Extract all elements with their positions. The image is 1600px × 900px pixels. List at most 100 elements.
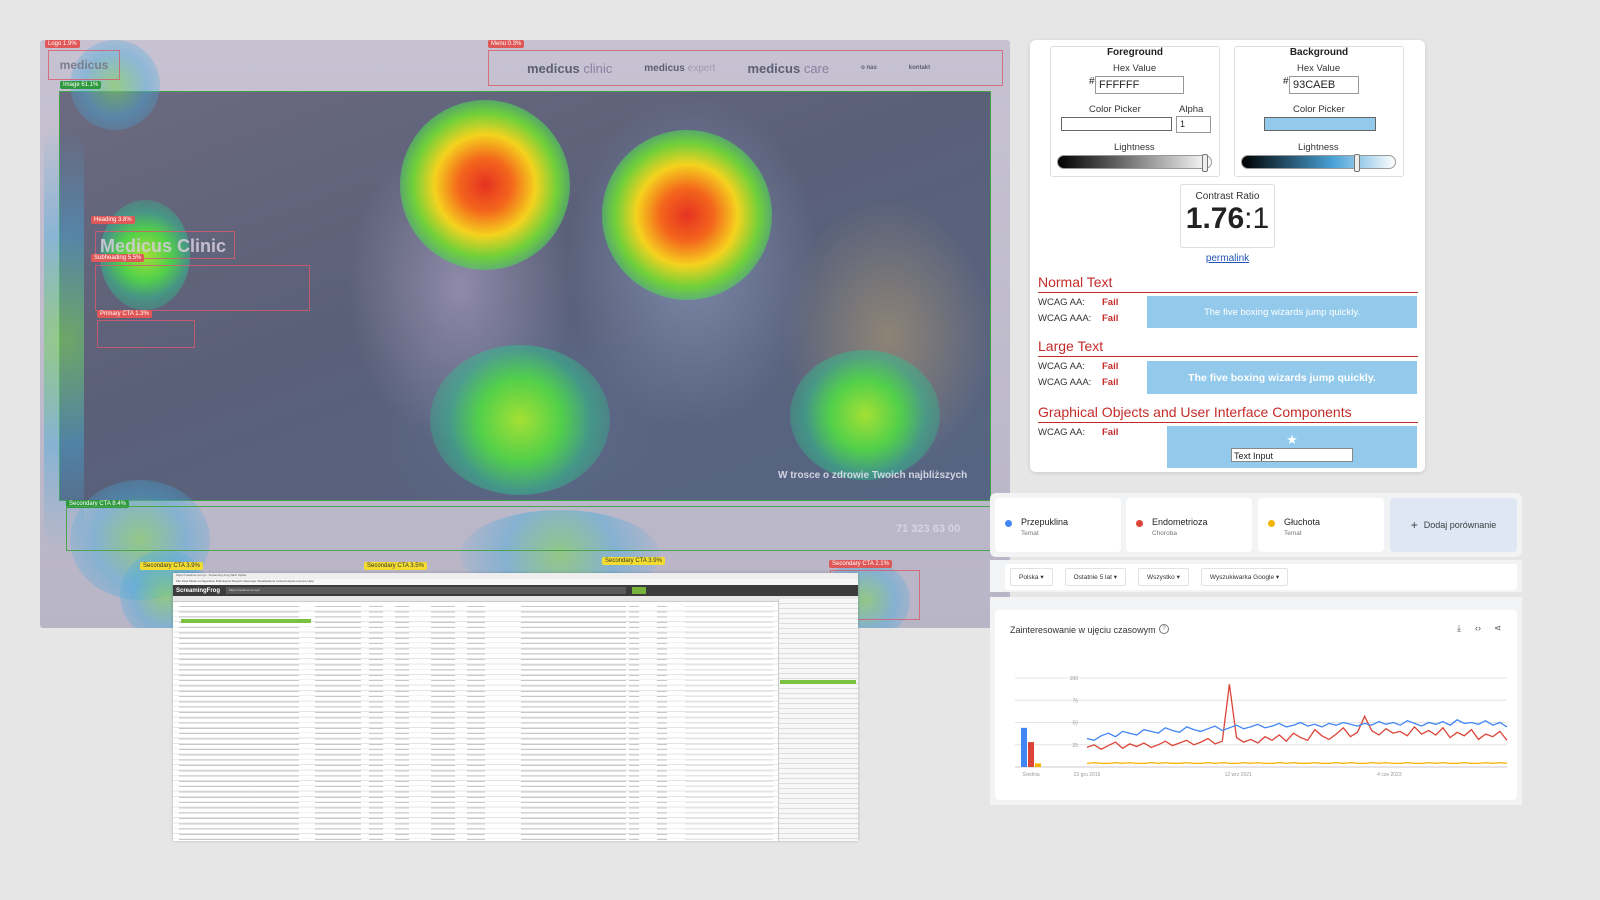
trends-line-chart: 100 75 50 25 Średnia 22 gru 2019 12 wrz 2021 4 …	[1015, 676, 1508, 778]
background-group: Background Hex Value # 93CAEB Color Pick…	[1234, 46, 1404, 177]
wcag-aa-label: WCAG AA:	[1038, 361, 1085, 372]
filter-region[interactable]: Polska ▾	[1010, 568, 1053, 586]
y-tick-label: 50	[1072, 721, 1078, 727]
toolbar: ScreamingFrog https://medicus.com.pl/	[173, 585, 858, 596]
start-button[interactable]	[632, 587, 647, 594]
overview-selected-row	[780, 680, 856, 684]
series-color-dot	[1136, 520, 1143, 527]
average-label: Średnia	[1022, 770, 1039, 778]
secondary-cta-tag: Secondary CTA 3.5%	[364, 562, 427, 570]
term-name: Przepuklina	[1021, 517, 1069, 527]
add-comparison-label: Dodaj porównanie	[1423, 520, 1497, 530]
wcag-aa-label: WCAG AA:	[1038, 297, 1085, 308]
average-bar	[1028, 742, 1034, 767]
nav-item-expert[interactable]: medicus expert	[644, 63, 715, 74]
fg-lightness-slider[interactable]	[1057, 154, 1212, 172]
heatmap-panel: medicus Logo 1.9% Image 61.1% medicus cl…	[40, 40, 1010, 628]
slider-thumb[interactable]	[1202, 154, 1208, 172]
large-text-sample: The five boxing wizards jump quickly.	[1147, 361, 1417, 394]
background-title: Background	[1289, 47, 1349, 58]
secondary-cta-tag: Secondary CTA 2.1%	[829, 560, 892, 568]
term-type: Temat	[1284, 530, 1302, 537]
wcag-aaa-result: Fail	[1102, 377, 1119, 388]
secondary-cta-bar[interactable]	[66, 506, 998, 551]
selected-row	[181, 619, 311, 623]
nav-item-about[interactable]: o nas	[861, 65, 877, 71]
site-logo[interactable]: medicus	[48, 50, 120, 80]
table-column	[521, 606, 626, 841]
add-comparison-button[interactable]: + Dodaj porównanie	[1390, 498, 1517, 552]
wcag-aa-result: Fail	[1102, 297, 1119, 308]
section-large-text: Large Text	[1038, 338, 1418, 357]
nav-item-contact[interactable]: kontakt	[909, 65, 930, 71]
term-name: Głuchota	[1284, 517, 1321, 527]
bg-hex-input[interactable]: 93CAEB	[1289, 76, 1359, 94]
permalink-link[interactable]: permalink	[1030, 253, 1425, 264]
term-card[interactable]: Endometrioza Choroba	[1126, 498, 1252, 552]
fg-hex-input[interactable]: FFFFFF	[1095, 76, 1184, 94]
logo-attention-tag: Logo 1.9%	[45, 40, 80, 48]
nav-item-care[interactable]: medicus care	[747, 61, 829, 76]
trends-filters: Polska ▾ Ostatnie 5 lat ▾ Wszystko ▾ Wys…	[990, 560, 1522, 592]
section-normal-text: Normal Text	[1038, 274, 1418, 293]
contrast-ratio-label: Contrast Ratio	[1195, 191, 1260, 202]
sample-text-input[interactable]: Text Input	[1231, 447, 1353, 462]
x-tick-label: 12 wrz 2021	[1225, 772, 1252, 778]
wcag-aaa-label: WCAG AAA:	[1038, 377, 1092, 388]
term-name: Endometrioza	[1152, 517, 1208, 527]
term-card[interactable]: Głuchota Temat	[1258, 498, 1384, 552]
filter-category[interactable]: Wszystko ▾	[1137, 568, 1189, 586]
filter-time-range[interactable]: Ostatnie 5 lat ▾	[1064, 568, 1126, 586]
wcag-aa-label: WCAG AA:	[1038, 427, 1085, 438]
bg-lightness-label: Lightness	[1298, 142, 1339, 153]
table-column	[467, 606, 485, 841]
ui-components-sample: ★ Text Input	[1167, 426, 1417, 468]
slider-thumb[interactable]	[1354, 154, 1360, 172]
filter-row: Polska ▾ Ostatnie 5 lat ▾ Wszystko ▾ Wys…	[1005, 564, 1517, 590]
series-line-endometrioza	[1086, 684, 1508, 750]
secondary-cta-tag: Secondary CTA 3.9%	[140, 562, 203, 570]
nav-item-clinic[interactable]: medicus clinic	[527, 61, 612, 76]
y-tick-label: 25	[1072, 743, 1078, 749]
bg-picker-label: Color Picker	[1293, 104, 1345, 115]
table-column	[369, 606, 383, 841]
series-line-głuchota	[1086, 761, 1508, 765]
term-type: Choroba	[1152, 530, 1177, 537]
trends-chart-card: Zainteresowanie w ujęciu czasowym ? ⤓ ‹›…	[995, 610, 1517, 800]
section-graphical-objects: Graphical Objects and User Interface Com…	[1038, 404, 1418, 423]
fg-color-picker[interactable]	[1061, 117, 1172, 131]
bg-color-picker[interactable]	[1264, 117, 1376, 131]
trends-compare-bar: Przepuklina Temat Endometrioza Choroba G…	[990, 493, 1522, 557]
filter-search-type[interactable]: Wyszukiwarka Google ▾	[1200, 568, 1289, 586]
hash-sign: #	[1283, 76, 1289, 87]
hero-tagline: W trosce o zdrowie Twoich najbliższych	[778, 470, 968, 481]
fg-lightness-label: Lightness	[1114, 142, 1155, 153]
wcag-aaa-result: Fail	[1102, 313, 1119, 324]
y-tick-label: 75	[1072, 698, 1078, 704]
wcag-aa-result: Fail	[1102, 361, 1119, 372]
image-attention-tag: Image 61.1%	[60, 81, 102, 89]
bg-lightness-slider[interactable]	[1241, 154, 1396, 172]
table-column	[395, 606, 409, 841]
series-color-dot	[1268, 520, 1275, 527]
phone-number[interactable]: 71 323 63 00	[896, 523, 960, 535]
term-type: Temat	[1021, 530, 1039, 537]
term-card[interactable]: Przepuklina Temat	[995, 498, 1121, 552]
overview-panel[interactable]	[778, 599, 858, 841]
hash-sign: #	[1089, 76, 1095, 87]
tab-strip[interactable]	[173, 596, 858, 602]
menu-attention-tag: Menu 0.3%	[488, 40, 525, 48]
foreground-group: Foreground Hex Value # FFFFFF Color Pick…	[1050, 46, 1220, 177]
contrast-checker: Foreground Hex Value # FFFFFF Color Pick…	[1030, 40, 1425, 472]
site-nav: medicus clinic medicus expert medicus ca…	[488, 50, 1003, 86]
url-input[interactable]: https://medicus.com.pl/	[226, 587, 627, 594]
y-tick-label: 100	[1070, 676, 1079, 682]
fg-alpha-input[interactable]: 1	[1176, 116, 1211, 133]
table-column	[431, 606, 455, 841]
star-icon: ★	[1286, 431, 1298, 447]
results-table[interactable]	[173, 606, 778, 841]
primary-cta-attention-tag: Primary CTA 1.3%	[97, 310, 152, 318]
primary-cta-button[interactable]	[97, 320, 195, 348]
table-column	[179, 606, 299, 841]
foreground-title: Foreground	[1106, 47, 1164, 58]
